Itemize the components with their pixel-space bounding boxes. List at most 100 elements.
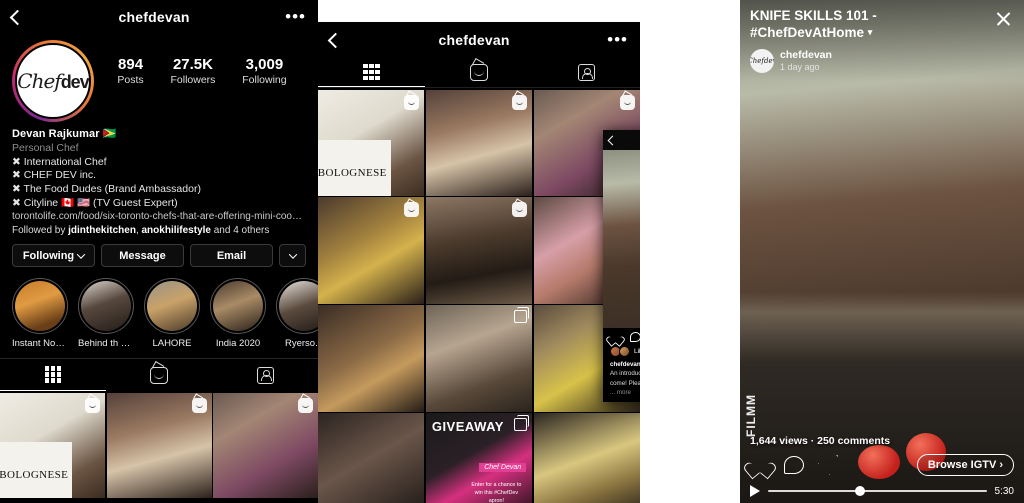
- highlight-item[interactable]: India 2020: [210, 278, 266, 349]
- liked-by-row: Liked by the.geets and others: [610, 346, 640, 357]
- followed-by-prefix: Followed by: [12, 225, 69, 236]
- stat-following[interactable]: 3,009 Following: [242, 56, 286, 86]
- highlight-item[interactable]: Instant Noo...: [12, 278, 68, 349]
- progress-track[interactable]: [768, 486, 987, 496]
- email-button[interactable]: Email: [190, 244, 273, 267]
- progress-knob[interactable]: [854, 486, 865, 496]
- following-label: Following: [242, 74, 287, 86]
- heart-icon[interactable]: [750, 456, 770, 475]
- caption-more-link[interactable]: ... more: [610, 389, 631, 396]
- caption-username[interactable]: chefdevan: [610, 361, 640, 368]
- browse-igtv-label: Browse IGTV: [927, 459, 997, 471]
- highlight-thumb: [147, 281, 197, 331]
- followers-label: Followers: [170, 74, 216, 86]
- more-options-icon[interactable]: •••: [285, 8, 306, 25]
- grid-post[interactable]: BOLOGNESE: [0, 392, 105, 498]
- highlight-item[interactable]: LAHORE: [144, 278, 200, 349]
- igtv-icon: [469, 64, 488, 81]
- bio-line: ✖ International Chef: [12, 155, 107, 168]
- chevron-down-icon[interactable]: ▾: [868, 27, 873, 37]
- igtv-header: KNIFE SKILLS 101 - #ChefDevAtHome ▾ Chef…: [740, 0, 1024, 81]
- post-timestamp: 1 day ago: [780, 62, 820, 73]
- tab-igtv[interactable]: [106, 359, 212, 391]
- tagged-icon: [256, 366, 274, 384]
- grid-post[interactable]: GIVEAWAY Chef Devan Enter for a chance t…: [425, 413, 533, 503]
- igtv-badge-icon: [512, 202, 528, 218]
- tab-grid[interactable]: [318, 58, 426, 87]
- bio-link[interactable]: torontolife.com/food/six-toronto-chefs-t…: [12, 211, 306, 222]
- igtv-icon: [150, 366, 168, 384]
- grid-post[interactable]: [106, 392, 212, 498]
- grid-post[interactable]: [425, 305, 533, 412]
- grid-post[interactable]: [213, 392, 318, 498]
- posts-grid: BOLOGNESE: [0, 392, 318, 498]
- igtv-badge-icon: [404, 94, 420, 110]
- more-actions-button[interactable]: [279, 244, 306, 267]
- posts-grid: BOLOGNESE: [318, 89, 640, 503]
- avatar-logo-text: Chefdev: [750, 56, 774, 65]
- highlight-label: Behind th D...: [78, 338, 134, 349]
- tab-igtv[interactable]: [425, 58, 532, 87]
- bio-line: ✖ CHEF DEV inc.: [12, 169, 97, 181]
- chevron-down-icon: [288, 249, 297, 259]
- highlight-label: Instant Noo...: [12, 338, 68, 349]
- grid-icon: [44, 366, 62, 383]
- author-username: chefdevan: [780, 49, 832, 62]
- grid-post[interactable]: [533, 413, 640, 503]
- highlight-ring: [12, 278, 68, 334]
- video-scrubber[interactable]: 5:30: [750, 485, 1014, 497]
- post-overlay-text: BOLOGNESE: [318, 139, 391, 196]
- bio-line: ✖ Cityline 🇨🇦 🇺🇸 (TV Guest Expert): [12, 197, 178, 209]
- followers-count: 27.5K: [172, 56, 213, 73]
- grid-post[interactable]: BOLOGNESE: [318, 89, 425, 196]
- highlight-ring: [78, 278, 134, 334]
- message-button[interactable]: Message: [101, 244, 184, 267]
- igtv-badge-icon: [404, 202, 420, 218]
- play-icon[interactable]: [750, 485, 760, 497]
- more-options-icon[interactable]: •••: [607, 31, 628, 48]
- avatar: Chefdev: [750, 48, 774, 73]
- liked-by-text: Liked by the.geets and others: [634, 348, 640, 355]
- tab-tagged[interactable]: [212, 359, 318, 391]
- stat-posts[interactable]: 894 Posts: [117, 56, 143, 86]
- grid-post[interactable]: [318, 413, 425, 503]
- post-detail-nav: CHEFDEVAN Posts: [603, 130, 640, 150]
- instagram-grid-panel: chefdevan ••• BOLOGNESE GIVEAWAY Chef De…: [318, 0, 640, 503]
- close-icon[interactable]: [995, 10, 1012, 27]
- tab-tagged[interactable]: [533, 58, 640, 87]
- following-button[interactable]: Following: [12, 244, 95, 267]
- comment-icon[interactable]: [630, 332, 640, 342]
- grid-post[interactable]: [425, 89, 533, 196]
- highlight-ring: [144, 278, 200, 334]
- video-duration: 5:30: [994, 485, 1014, 497]
- avatar[interactable]: Chefdev: [12, 40, 94, 122]
- highlight-thumb: [279, 281, 318, 331]
- post-overlay-text: BOLOGNESE: [0, 442, 72, 498]
- tab-grid[interactable]: [0, 359, 106, 391]
- liker-avatar: [619, 346, 630, 357]
- igtv-player-panel: KNIFE SKILLS 101 - #ChefDevAtHome ▾ Chef…: [740, 0, 1024, 503]
- post-detail-caption-area: Liked by the.geets and others chefdevan …: [603, 346, 640, 402]
- grid-post[interactable]: [318, 197, 425, 304]
- share-icon[interactable]: [818, 455, 838, 475]
- comment-icon[interactable]: [784, 456, 804, 474]
- highlight-item[interactable]: Ryerso...: [276, 278, 318, 349]
- post-detail-overlay: CHEFDEVAN Posts Lik: [603, 130, 640, 402]
- posts-label: Posts: [117, 74, 144, 86]
- igtv-author[interactable]: Chefdev chefdevan 1 day ago: [750, 48, 1014, 73]
- grid-post[interactable]: [318, 305, 425, 412]
- followed-by-suffix: and 4 others: [210, 225, 270, 236]
- heart-icon[interactable]: [610, 332, 621, 343]
- post-detail-media[interactable]: [603, 150, 640, 328]
- highlight-item[interactable]: Behind th D...: [78, 278, 134, 349]
- profile-bio: Devan Rajkumar 🇬🇾 Personal Chef ✖ Intern…: [0, 122, 318, 236]
- profile-header: Chefdev 894 Posts 27.5K Followers 3,009 …: [0, 34, 318, 122]
- followed-by-user-2[interactable]: anokhilifestyle: [142, 225, 211, 236]
- grid-post[interactable]: [425, 197, 533, 304]
- highlight-label: Ryerso...: [284, 338, 318, 349]
- stat-followers[interactable]: 27.5K Followers: [170, 56, 215, 86]
- message-button-label: Message: [119, 249, 166, 262]
- liked-prefix: Liked by: [634, 348, 640, 355]
- browse-igtv-button[interactable]: Browse IGTV ›: [916, 454, 1014, 476]
- followed-by-user-1[interactable]: jdinthekitchen: [68, 225, 136, 236]
